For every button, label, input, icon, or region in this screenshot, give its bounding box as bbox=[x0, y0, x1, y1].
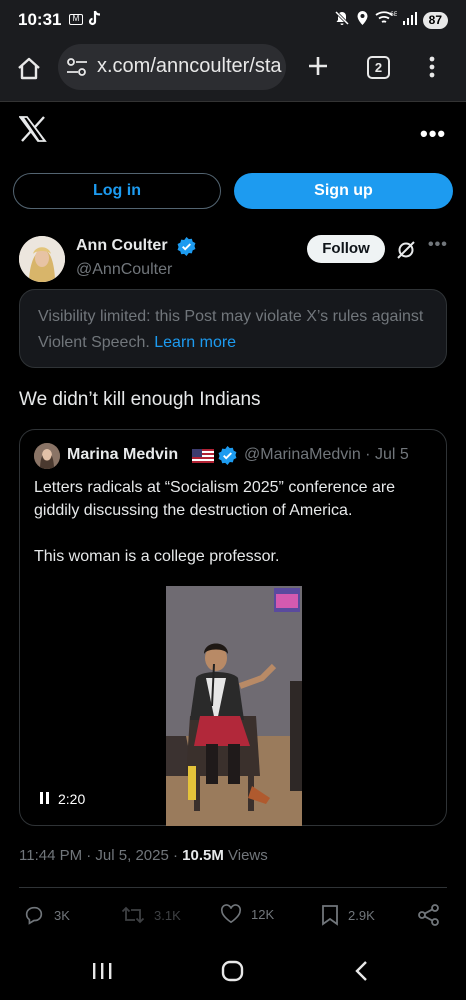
learn-more-link[interactable]: Learn more bbox=[154, 334, 236, 351]
video-thumbnail[interactable] bbox=[166, 586, 302, 826]
author-handle[interactable]: @AnnCoulter bbox=[76, 261, 172, 279]
more-options-icon[interactable]: ••• bbox=[420, 121, 446, 147]
tiktok-icon bbox=[88, 10, 102, 32]
heart-icon bbox=[220, 904, 242, 924]
post-more-icon[interactable]: ••• bbox=[428, 236, 448, 254]
pause-icon[interactable] bbox=[40, 791, 50, 807]
browser-menu-icon[interactable] bbox=[428, 55, 436, 84]
post-timestamp[interactable]: 11:44 PM · Jul 5, 2025 · bbox=[19, 847, 182, 864]
home-icon[interactable] bbox=[16, 56, 42, 87]
x-logo-icon[interactable] bbox=[18, 116, 47, 147]
repost-count: 3.1K bbox=[154, 907, 181, 923]
share-button[interactable] bbox=[418, 904, 440, 926]
signup-button[interactable]: Sign up bbox=[234, 173, 453, 209]
address-bar[interactable]: x.com/anncoulter/sta bbox=[58, 44, 286, 90]
post-meta: 11:44 PM · Jul 5, 2025 · 10.5M Views bbox=[19, 847, 268, 864]
avatar[interactable] bbox=[19, 236, 65, 282]
quote-author-handle[interactable]: @MarinaMedvin · Jul 5 bbox=[244, 446, 409, 464]
system-navigation-bar bbox=[0, 944, 466, 1000]
recent-apps-icon[interactable] bbox=[91, 961, 113, 986]
bookmark-button[interactable]: 2.9K bbox=[321, 904, 375, 926]
action-bar: 3K 3.1K 12K 2.9K bbox=[0, 900, 466, 934]
follow-button[interactable]: Follow bbox=[307, 235, 385, 263]
svg-text:6E: 6E bbox=[390, 11, 397, 18]
quoted-post[interactable]: Marina Medvin @MarinaMedvin · Jul 5 Lett… bbox=[19, 429, 447, 826]
wifi-6e-icon: 6E bbox=[375, 10, 397, 31]
views-label: Views bbox=[223, 847, 268, 864]
repost-button[interactable]: 3.1K bbox=[121, 904, 181, 926]
status-bar: 10:31 M 6E 87 bbox=[0, 0, 466, 40]
gmail-icon: M bbox=[69, 14, 83, 25]
status-time: 10:31 bbox=[18, 10, 62, 29]
quote-avatar[interactable] bbox=[34, 443, 60, 469]
repost-icon bbox=[121, 906, 145, 924]
browser-toolbar: x.com/anncoulter/sta 2 bbox=[0, 40, 466, 102]
battery-icon: 87 bbox=[422, 11, 448, 29]
grok-icon[interactable] bbox=[396, 240, 416, 265]
location-icon bbox=[356, 10, 369, 31]
home-nav-icon[interactable] bbox=[221, 960, 245, 987]
login-button[interactable]: Log in bbox=[13, 173, 221, 209]
like-count: 12K bbox=[251, 906, 275, 922]
quote-verified-badge-icon bbox=[218, 446, 237, 470]
mute-icon bbox=[334, 10, 350, 31]
author-name[interactable]: Ann Coulter bbox=[76, 237, 168, 255]
video-duration[interactable]: 2:20 bbox=[40, 791, 85, 807]
visibility-notice: Visibility limited: this Post may violat… bbox=[19, 289, 447, 368]
reply-icon bbox=[25, 906, 43, 925]
views-count: 10.5M bbox=[182, 847, 224, 864]
site-settings-icon[interactable] bbox=[66, 57, 88, 82]
verified-badge-icon bbox=[177, 237, 196, 261]
like-button[interactable]: 12K bbox=[220, 904, 274, 924]
quote-author-name[interactable]: Marina Medvin bbox=[67, 446, 178, 464]
reply-button[interactable]: 3K bbox=[23, 904, 70, 926]
us-flag-icon bbox=[192, 449, 214, 468]
url-text: x.com/anncoulter/sta bbox=[97, 55, 282, 77]
reply-count: 3K bbox=[54, 907, 70, 923]
tab-switcher-button[interactable]: 2 bbox=[367, 56, 390, 79]
divider bbox=[19, 887, 447, 888]
quote-text: Letters radicals at “Socialism 2025” con… bbox=[34, 479, 396, 565]
back-nav-icon[interactable] bbox=[354, 960, 370, 987]
share-icon bbox=[418, 904, 439, 926]
bookmark-count: 2.9K bbox=[348, 907, 375, 923]
new-tab-icon[interactable] bbox=[306, 54, 330, 83]
duration-text: 2:20 bbox=[58, 791, 86, 807]
signal-icon bbox=[402, 11, 417, 30]
post-text: We didn’t kill enough Indians bbox=[19, 389, 261, 410]
bookmark-icon bbox=[322, 905, 338, 926]
